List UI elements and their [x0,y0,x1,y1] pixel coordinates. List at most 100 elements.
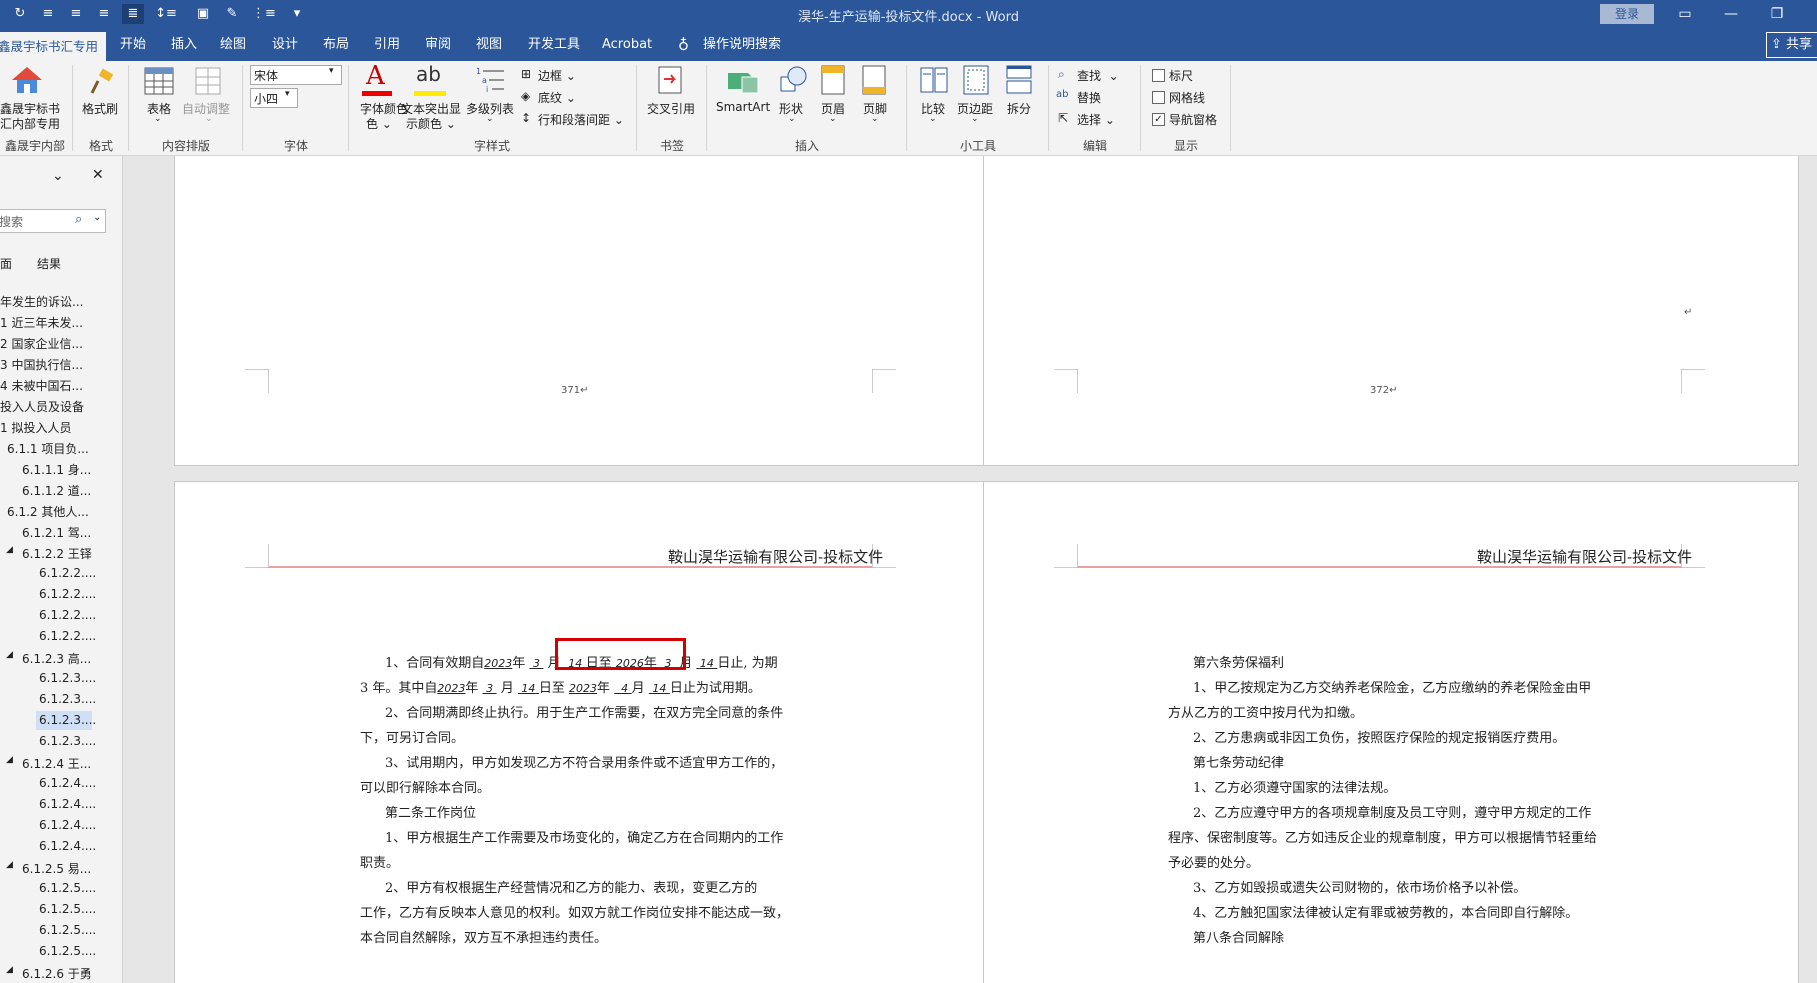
nav-heading[interactable]: 6.1.2.4.... [39,797,96,811]
nav-heading-current[interactable]: 6.1.2.3.... [39,713,96,727]
tab-home[interactable]: 开始 [120,29,146,61]
highlight-icon[interactable]: ab [414,62,446,97]
nav-pane-checkbox[interactable]: ✓ [1152,113,1165,126]
tell-me-search[interactable]: 操作说明搜索 [703,29,781,61]
ribbon-display-icon[interactable]: ▭ [1674,3,1696,25]
gridlines-checkbox[interactable] [1152,91,1165,104]
nav-heading[interactable]: 6.1.2.4.... [39,776,96,790]
shading-icon[interactable]: ◈ [521,89,530,103]
chevron-down-icon[interactable]: ⌄ [929,114,937,124]
collapse-triangle-icon[interactable]: ◢ [6,545,13,555]
multilevel-list-icon[interactable]: 1 a i [476,65,506,95]
split-button[interactable]: 拆分 [1007,100,1031,117]
nav-heading[interactable]: 6.1.2.3.... [39,692,96,706]
nav-heading[interactable]: 拟投入人员及设备 [0,398,84,415]
cross-reference-button[interactable]: 交叉引用 [647,100,695,117]
nav-heading[interactable]: 6.1.2.5.... [39,902,96,916]
chevron-down-icon[interactable]: ⌄ [93,212,101,223]
nav-pane-label[interactable]: 导航窗格 [1169,111,1217,128]
nav-heading[interactable]: 6.1.2.2.... [39,566,96,580]
tab-draw[interactable]: 绘图 [220,29,246,61]
ruler-label[interactable]: 标尺 [1169,67,1193,84]
border-icon[interactable]: ⊞ [521,67,531,81]
tab-developer[interactable]: 开发工具 [528,29,580,61]
replace-icon[interactable]: ab [1056,89,1068,100]
footer-icon[interactable] [861,65,887,95]
font-name-select[interactable]: 宋体 ▾ [250,65,342,85]
nav-heading[interactable]: 6.1.2.3.... [39,671,96,685]
tab-design[interactable]: 设计 [272,29,298,61]
restore-icon[interactable]: ❐ [1766,3,1788,25]
nav-heading[interactable]: 6.1.2.2 王铎 [22,545,92,562]
biaoshu-label-2[interactable]: 汇内部专用 [0,115,60,132]
nav-heading[interactable]: 4 未被中国石... [0,377,83,394]
nav-tab-results[interactable]: 结果 [37,255,61,272]
header-icon[interactable] [820,65,846,95]
nav-heading[interactable]: 6.1.2.5.... [39,923,96,937]
nav-heading[interactable]: 6.1.2.1 驾... [22,524,91,541]
collapse-triangle-icon[interactable]: ◢ [6,755,13,765]
nav-heading[interactable]: 6.1.1.1 身... [22,461,91,478]
border-button[interactable]: 边框 ⌄ [538,67,576,84]
chevron-down-icon[interactable]: ⌄ [154,114,162,124]
cross-reference-icon[interactable] [656,65,686,95]
nav-heading[interactable]: 6.1.2.5.... [39,944,96,958]
font-color-label-2[interactable]: 色 ⌄ [366,115,392,132]
login-button[interactable]: 登录 [1600,4,1654,24]
margins-icon[interactable] [962,65,990,95]
nav-heading[interactable]: 6.1.2.2.... [39,608,96,622]
nav-heading[interactable]: 6.1.2.3.... [39,734,96,748]
nav-heading[interactable]: 6.1.2.2.... [39,587,96,601]
find-icon[interactable]: ⌕ [1058,67,1065,82]
tab-biaoshu[interactable]: 鑫晟宇标书汇专用 [0,32,106,61]
collapse-triangle-icon[interactable]: ◢ [6,860,13,870]
format-painter-icon[interactable] [88,67,116,95]
page-contract-left[interactable]: 鞍山淏华运输有限公司-投标文件 1、合同有效期自2023年 3 月 14 日至 … [174,481,990,983]
document-area[interactable]: 371↵ ↵ 372↵ 鞍山淏华运输有限公司-投标文件 1、合同有效期自2023… [123,156,1817,983]
nav-heading[interactable]: 6.1.2.5.... [39,881,96,895]
font-color-icon[interactable]: A [362,61,392,97]
tab-view[interactable]: 视图 [476,29,502,61]
table-icon[interactable] [144,67,174,95]
spacing-icon[interactable]: ↕ [521,111,531,125]
nav-heading[interactable]: 6.1.1 项目负... [7,440,89,457]
chevron-down-icon[interactable]: ⌄ [486,114,494,124]
nav-heading[interactable]: 2 国家企业信... [0,335,83,352]
find-button[interactable]: 查找 ⌄ [1077,67,1119,84]
format-painter-button[interactable]: 格式刷 [82,100,118,117]
chevron-down-icon[interactable]: ⌄ [52,168,64,184]
tab-insert[interactable]: 插入 [171,29,197,61]
ruler-checkbox[interactable] [1152,69,1165,82]
nav-heading[interactable]: 6.1.2.4 王... [22,755,91,772]
house-icon[interactable] [10,65,44,95]
chevron-down-icon[interactable]: ⌄ [788,114,796,124]
highlight-label-2[interactable]: 示颜色 ⌄ [406,115,456,132]
tab-review[interactable]: 审阅 [425,29,451,61]
nav-heading[interactable]: 1 近三年未发... [0,314,83,331]
search-icon[interactable]: ⌕ [75,212,82,227]
nav-heading[interactable]: 3 中国执行信... [0,356,83,373]
chevron-down-icon[interactable]: ⌄ [871,114,879,124]
page-372[interactable]: ↵ 372↵ [983,156,1799,466]
nav-heading[interactable]: 6.1.1.2 道... [22,482,91,499]
font-size-select[interactable]: 小四 ▾ [250,88,298,108]
nav-heading[interactable]: 6.1.2 其他人... [7,503,89,520]
chevron-down-icon[interactable]: ⌄ [829,114,837,124]
nav-tab-pages[interactable]: 页面 [0,255,12,272]
select-button[interactable]: 选择 ⌄ [1077,111,1115,128]
nav-heading[interactable]: 6.1.2.3 高... [22,650,91,667]
minimize-icon[interactable]: — [1720,3,1742,25]
gridlines-label[interactable]: 网格线 [1169,89,1205,106]
shading-button[interactable]: 底纹 ⌄ [538,89,576,106]
share-button[interactable]: ⇪ 共享 [1766,32,1817,58]
tab-layout[interactable]: 布局 [323,29,349,61]
nav-heading[interactable]: 6.1.2.6 于勇 [22,965,92,982]
close-icon[interactable]: ✕ [92,167,104,183]
collapse-triangle-icon[interactable]: ◢ [6,965,13,975]
page-371[interactable]: 371↵ [174,156,990,466]
chevron-down-icon[interactable]: ⌄ [971,114,979,124]
tab-references[interactable]: 引用 [374,29,400,61]
replace-button[interactable]: 替换 [1077,89,1101,106]
nav-heading[interactable]: 1 拟投入人员 [0,419,71,436]
shapes-icon[interactable] [778,65,808,95]
